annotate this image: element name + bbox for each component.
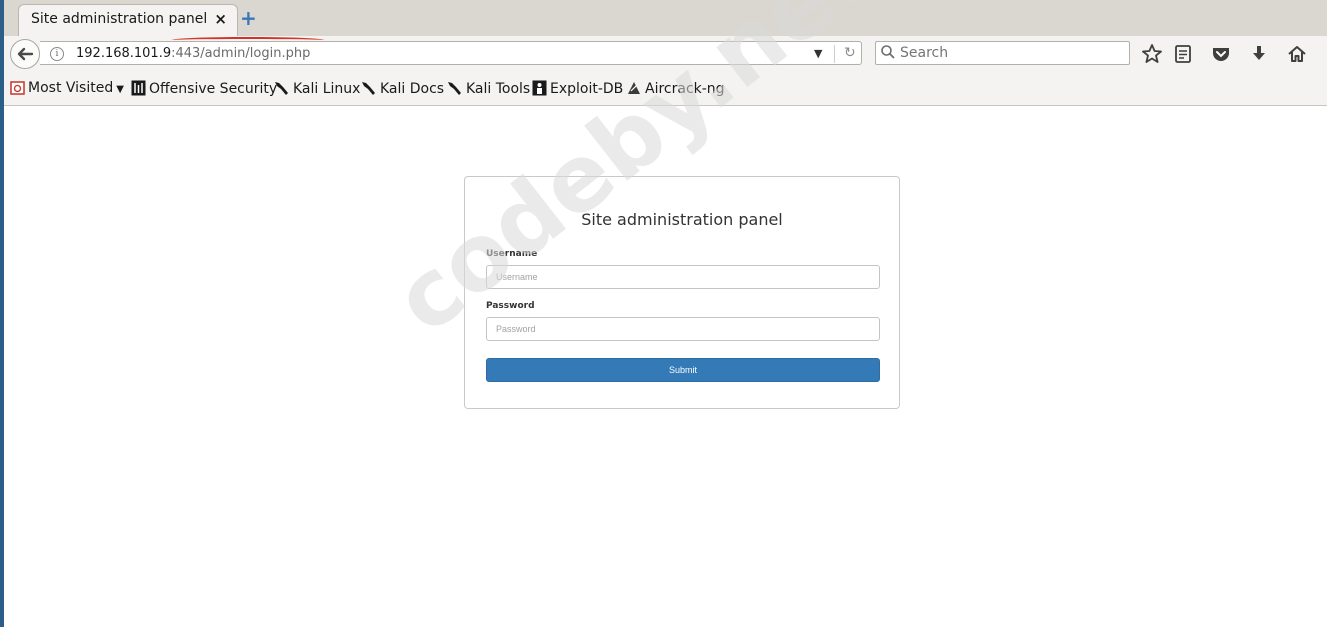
- new-tab-icon[interactable]: +: [240, 8, 257, 28]
- url-path: :443/admin/login.php: [171, 46, 311, 61]
- login-panel: Site administration panel Username Passw…: [464, 176, 900, 409]
- kali-icon: [362, 82, 375, 95]
- home-icon[interactable]: [1285, 42, 1309, 66]
- star-icon[interactable]: [1140, 42, 1164, 66]
- bookmark-label: Offensive Security: [149, 81, 278, 97]
- bookmark-kali-docs[interactable]: Kali Docs: [361, 80, 444, 97]
- url-dropdown-icon[interactable]: ▼: [814, 47, 822, 60]
- site-info-icon[interactable]: i: [50, 47, 64, 61]
- offsec-icon: [131, 80, 146, 96]
- bookmark-label: Kali Linux: [293, 81, 361, 97]
- password-label: Password: [486, 301, 535, 311]
- bookmark-most-visited[interactable]: Most Visited ▼: [10, 80, 124, 96]
- bookmarks-bar: Most Visited ▼ Offensive Security Kali Li…: [4, 72, 1327, 106]
- url-separator: [834, 45, 835, 63]
- url-host: 192.168.101.9: [76, 46, 172, 61]
- red-underline-annotation: [172, 37, 324, 43]
- kali-icon: [448, 82, 461, 95]
- aircrack-icon: [628, 82, 640, 94]
- search-bar[interactable]: [875, 41, 1130, 65]
- bookmark-kali-tools[interactable]: Kali Tools: [447, 80, 530, 97]
- submit-button[interactable]: Submit: [486, 358, 880, 382]
- reload-icon[interactable]: ↻: [844, 45, 856, 61]
- chevron-down-icon: ▼: [116, 84, 124, 95]
- bookmark-label: Exploit-DB: [550, 81, 624, 97]
- tab-title: Site administration panel: [31, 11, 208, 27]
- bookmark-label: Kali Tools: [466, 81, 531, 97]
- back-arrow-icon: [17, 47, 34, 61]
- page-title: Site administration panel: [581, 210, 783, 229]
- download-icon[interactable]: [1247, 42, 1271, 66]
- exploitdb-icon: [532, 80, 547, 96]
- password-input[interactable]: [486, 317, 880, 341]
- bookmark-kali-linux[interactable]: Kali Linux: [274, 80, 360, 97]
- close-tab-icon[interactable]: ×: [214, 10, 227, 28]
- pocket-icon[interactable]: [1209, 42, 1233, 66]
- search-input[interactable]: [900, 45, 1120, 61]
- bookmark-label: Kali Docs: [380, 81, 445, 97]
- url-bar[interactable]: i 192.168.101.9:443/admin/login.php ▼ ↻: [40, 41, 862, 65]
- back-button[interactable]: [10, 39, 40, 69]
- most-visited-icon: [10, 81, 25, 95]
- reading-list-icon[interactable]: [1171, 42, 1195, 66]
- bookmark-label: Most Visited: [28, 80, 114, 96]
- username-label: Username: [486, 249, 538, 259]
- url-text[interactable]: 192.168.101.9:443/admin/login.php: [76, 46, 310, 61]
- bookmark-exploit-db[interactable]: Exploit-DB: [532, 80, 623, 97]
- search-icon: [881, 45, 895, 59]
- bookmark-aircrack-ng[interactable]: Aircrack-ng: [626, 80, 725, 97]
- tab-active[interactable]: Site administration panel ×: [18, 4, 238, 37]
- kali-icon: [275, 82, 288, 95]
- bookmark-label: Aircrack-ng: [645, 81, 725, 97]
- bookmark-offensive-security[interactable]: Offensive Security: [131, 80, 277, 97]
- tab-bar: Site administration panel × +: [4, 0, 1327, 37]
- username-input[interactable]: [486, 265, 880, 289]
